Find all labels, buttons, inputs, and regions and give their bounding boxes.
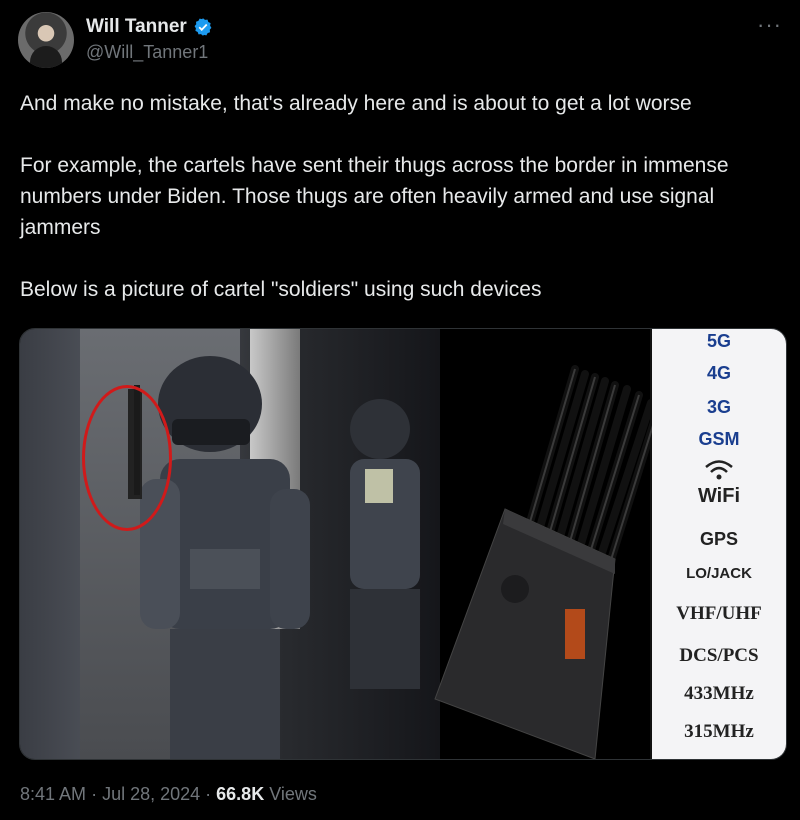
views-count: 66.8K (216, 784, 265, 804)
tweet-date[interactable]: Jul 28, 2024 (102, 784, 200, 804)
author-name[interactable]: Will Tanner (86, 16, 187, 38)
author-name-row[interactable]: Will Tanner (86, 16, 213, 38)
band-wifi: WiFi (697, 485, 741, 507)
band-dcs-pcs: DCS/PCS (679, 645, 759, 666)
wifi-icon (705, 460, 733, 480)
tweet-text: And make no mistake, that's already here… (20, 88, 790, 305)
tweet-time[interactable]: 8:41 AM (20, 784, 86, 804)
soldiers-photo (20, 329, 440, 759)
band-4g: 4G (706, 363, 731, 383)
tweet-paragraph-1: And make no mistake, that's already here… (20, 92, 692, 115)
frequency-band-list: 5G 4G 3G GSM WiFi GPS LO/JACK VHF/UHF DC… (652, 329, 786, 759)
band-433mhz: 433MHz (684, 683, 754, 704)
tweet-meta: 8:41 AM · Jul 28, 2024 · 66.8K Views (20, 784, 317, 805)
band-lojack: LO/JACK (686, 565, 752, 582)
signal-jammer-device (434, 365, 655, 759)
tweet-paragraph-3: Below is a picture of cartel "soldiers" … (20, 278, 542, 301)
band-5g: 5G (706, 331, 731, 351)
band-gsm: GSM (698, 429, 740, 449)
avatar[interactable] (18, 12, 74, 68)
tweet-image[interactable]: 5G 4G 3G GSM WiFi GPS LO/JACK VHF/UHF DC… (19, 328, 787, 760)
more-options-icon[interactable]: ··· (757, 12, 782, 38)
meta-separator: · (91, 784, 103, 804)
band-3g: 3G (706, 397, 731, 417)
tweet-paragraph-2: For example, the cartels have sent their… (20, 154, 729, 239)
band-gps: GPS (699, 529, 738, 549)
band-315mhz: 315MHz (684, 721, 754, 742)
author-handle[interactable]: @Will_Tanner1 (86, 42, 208, 63)
views-label: Views (269, 784, 317, 804)
annotation-circle (82, 385, 172, 531)
tweet-header: Will Tanner @Will_Tanner1 ··· (18, 8, 782, 68)
meta-separator: · (205, 784, 217, 804)
verified-badge-icon (194, 18, 212, 36)
band-vhf-uhf: VHF/UHF (676, 603, 762, 624)
